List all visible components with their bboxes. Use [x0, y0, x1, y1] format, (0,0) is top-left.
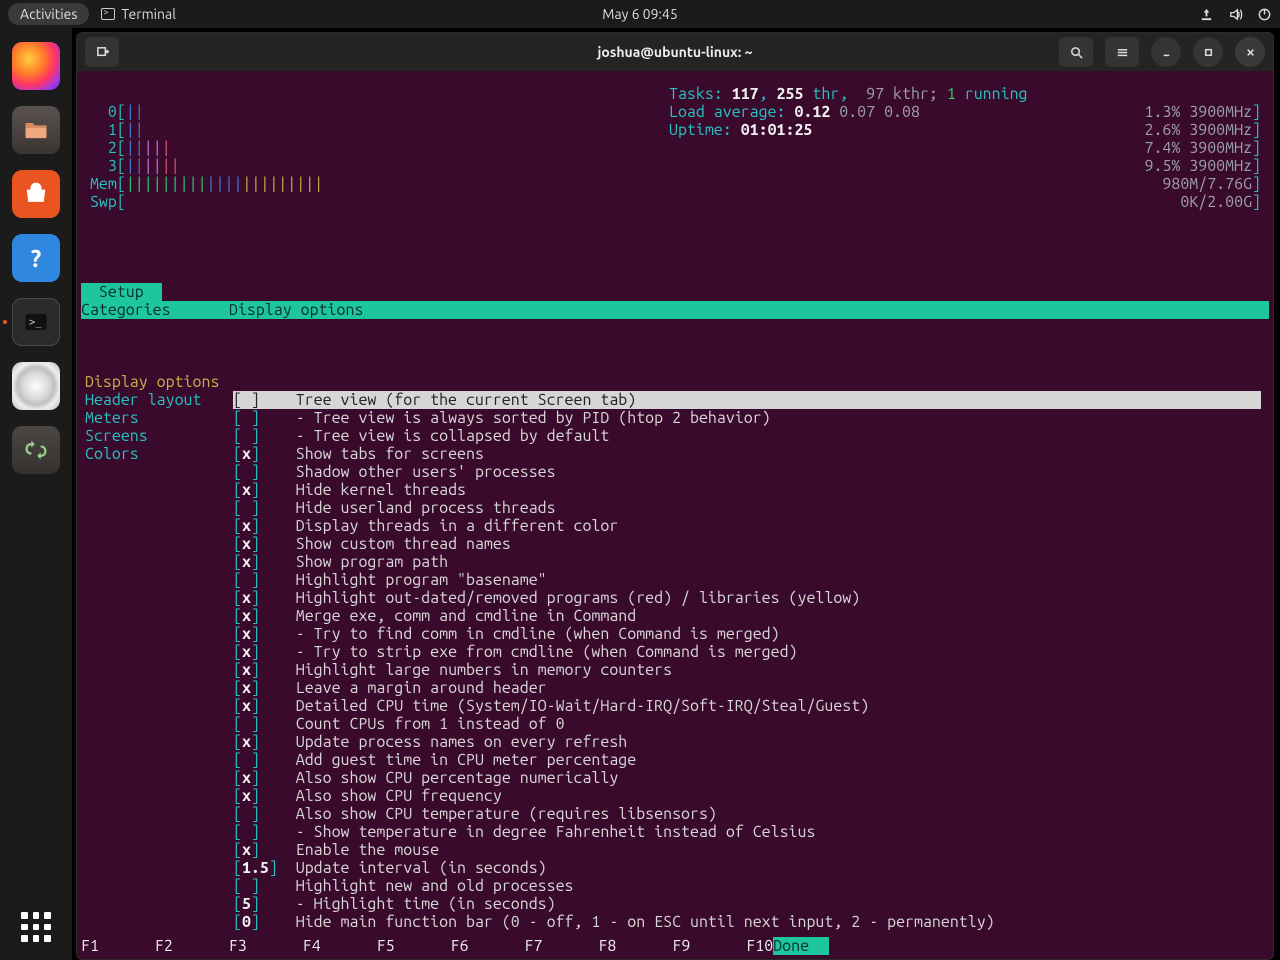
option-row[interactable]: [x] Also show CPU frequency: [233, 787, 1261, 805]
terminal-window: joshua@ubuntu-linux: ~ 0[|| 1.3% 3900MHz…: [76, 32, 1274, 960]
option-row[interactable]: [ ] Count CPUs from 1 instead of 0: [233, 715, 1261, 733]
window-titlebar: joshua@ubuntu-linux: ~: [77, 33, 1273, 71]
system-tray[interactable]: [1199, 7, 1272, 22]
minimize-button[interactable]: [1151, 37, 1181, 67]
option-row[interactable]: [ ] Also show CPU temperature (requires …: [233, 805, 1261, 823]
option-row[interactable]: [ ] Shadow other users' processes: [233, 463, 1261, 481]
option-row[interactable]: [x] Update process names on every refres…: [233, 733, 1261, 751]
options-header: Display options: [229, 301, 1269, 319]
volume-icon: [1228, 7, 1243, 22]
window-title: joshua@ubuntu-linux: ~: [597, 44, 752, 60]
option-row[interactable]: [x] Highlight large numbers in memory co…: [233, 661, 1261, 679]
search-button[interactable]: [1059, 37, 1093, 67]
dock-files[interactable]: [12, 106, 60, 154]
dock-apps-grid[interactable]: [21, 912, 51, 942]
network-icon: [1199, 7, 1214, 22]
option-row[interactable]: [ ] Highlight new and old processes: [233, 877, 1261, 895]
option-row[interactable]: [0] Hide main function bar (0 - off, 1 -…: [233, 913, 1261, 931]
app-menu-label: Terminal: [121, 6, 176, 22]
category-item[interactable]: Meters: [85, 409, 233, 427]
option-row[interactable]: [ ] - Show temperature in degree Fahrenh…: [233, 823, 1261, 841]
app-menu[interactable]: Terminal: [101, 6, 176, 22]
activities-button[interactable]: Activities: [8, 3, 89, 25]
terminal-icon: [101, 8, 115, 20]
categories-header: Categories: [81, 301, 229, 319]
dock-help[interactable]: ?: [12, 234, 60, 282]
option-row[interactable]: [x] Display threads in a different color: [233, 517, 1261, 535]
dock-trash[interactable]: [12, 426, 60, 474]
category-item[interactable]: Screens: [85, 427, 233, 445]
function-key-bar: F1F2F3F4F5F6F7F8F9F10Done: [81, 937, 1269, 955]
dock-disc[interactable]: [12, 362, 60, 410]
dock: ? >_: [0, 28, 72, 960]
category-item[interactable]: Display options: [85, 373, 233, 391]
option-row[interactable]: [x] - Try to find comm in cmdline (when …: [233, 625, 1261, 643]
option-row[interactable]: [ ] Hide userland process threads: [233, 499, 1261, 517]
power-icon: [1257, 7, 1272, 22]
category-item[interactable]: Colors: [85, 445, 233, 463]
option-row[interactable]: [x] Also show CPU percentage numerically: [233, 769, 1261, 787]
option-row[interactable]: [ ] Highlight program "basename": [233, 571, 1261, 589]
option-row[interactable]: [ ] - Tree view is collapsed by default: [233, 427, 1261, 445]
option-row[interactable]: [ ] Tree view (for the current Screen ta…: [233, 391, 1261, 409]
option-row[interactable]: [x] Show program path: [233, 553, 1261, 571]
option-row[interactable]: [ ] Add guest time in CPU meter percenta…: [233, 751, 1261, 769]
dock-firefox[interactable]: [12, 42, 60, 90]
dock-software[interactable]: [12, 170, 60, 218]
option-row[interactable]: [5] - Highlight time (in seconds): [233, 895, 1261, 913]
clock[interactable]: May 6 09:45: [602, 6, 677, 22]
option-row[interactable]: [x] Leave a margin around header: [233, 679, 1261, 697]
setup-tab: Setup: [81, 283, 162, 301]
option-row[interactable]: [x] Hide kernel threads: [233, 481, 1261, 499]
option-row[interactable]: [x] Detailed CPU time (System/IO-Wait/Ha…: [233, 697, 1261, 715]
new-tab-button[interactable]: [85, 37, 119, 67]
maximize-button[interactable]: [1193, 37, 1223, 67]
option-row[interactable]: [x] - Try to strip exe from cmdline (whe…: [233, 643, 1261, 661]
option-row[interactable]: [ ] - Tree view is always sorted by PID …: [233, 409, 1261, 427]
category-item[interactable]: Header layout: [85, 391, 233, 409]
option-row[interactable]: [x] Show tabs for screens: [233, 445, 1261, 463]
close-button[interactable]: [1235, 37, 1265, 67]
option-row[interactable]: [x] Merge exe, comm and cmdline in Comma…: [233, 607, 1261, 625]
option-row[interactable]: [x] Highlight out-dated/removed programs…: [233, 589, 1261, 607]
htop-screen[interactable]: 0[|| 1.3% 3900MHz] 1[|| 2.6% 3900MHz] 2[…: [77, 71, 1273, 959]
svg-text:>_: >_: [29, 317, 42, 329]
option-row[interactable]: [x] Enable the mouse: [233, 841, 1261, 859]
gnome-top-bar: Activities Terminal May 6 09:45: [0, 0, 1280, 28]
dock-terminal[interactable]: >_: [12, 298, 60, 346]
option-row[interactable]: [x] Show custom thread names: [233, 535, 1261, 553]
menu-button[interactable]: [1105, 37, 1139, 67]
option-row[interactable]: [1.5] Update interval (in seconds): [233, 859, 1261, 877]
